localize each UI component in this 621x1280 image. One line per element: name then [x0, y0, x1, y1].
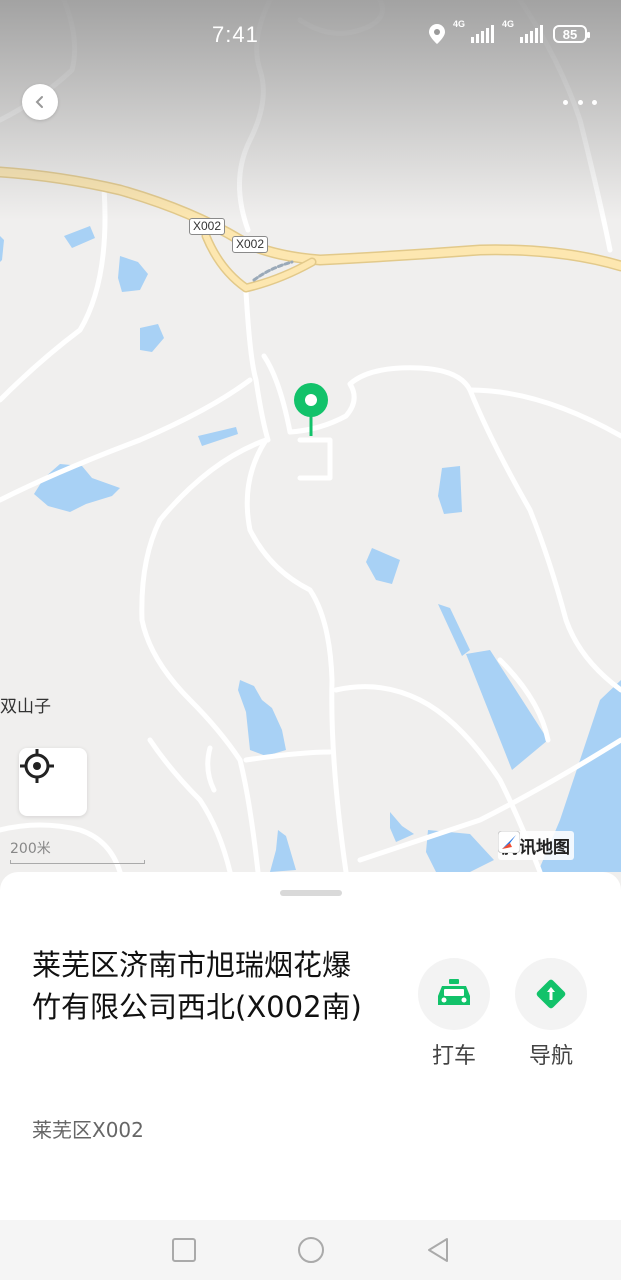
road-shield: X002 [232, 236, 269, 253]
home-icon[interactable] [297, 1236, 325, 1264]
back-button[interactable] [22, 84, 58, 120]
place-detail-sheet: 莱芜区济南市旭瑞烟花爆竹有限公司西北(X002南) 打车 导航 莱芜区X002 [0, 872, 621, 1220]
network-label: 4G [502, 19, 515, 29]
chevron-left-icon [35, 96, 43, 108]
map-view[interactable]: X002 X002 双山子 200米 腾讯地图 [0, 0, 621, 900]
back-icon[interactable] [425, 1237, 451, 1263]
taxi-icon-circle [418, 958, 490, 1030]
navigation-icon [536, 979, 566, 1009]
status-bar: 7:41 4G 4G 85 [0, 0, 621, 70]
dot-icon [592, 99, 597, 105]
map-logo: 腾讯地图 [498, 831, 574, 860]
navigation-button[interactable]: 导航 [515, 958, 587, 1070]
location-icon [429, 24, 445, 44]
locate-button[interactable] [19, 748, 87, 816]
system-nav-bar [0, 1220, 621, 1280]
water-bodies [0, 226, 621, 872]
drag-handle[interactable] [280, 890, 342, 896]
place-address: 莱芜区X002 [32, 1118, 144, 1142]
recent-apps-icon[interactable] [171, 1237, 197, 1263]
scale-bar [10, 860, 145, 864]
scale-label: 200米 [10, 841, 51, 857]
battery-icon: 85 [553, 25, 590, 43]
road-shield: X002 [189, 218, 226, 235]
taxi-label: 打车 [431, 1044, 476, 1069]
navigation-icon-circle [515, 958, 587, 1030]
taxi-button[interactable]: 打车 [418, 958, 490, 1070]
signal-icon: 4G [502, 19, 543, 43]
signal-icon: 4G [453, 19, 494, 43]
place-title: 莱芜区济南市旭瑞烟花爆竹有限公司西北(X002南) [32, 948, 362, 1024]
status-icons: 4G 4G 85 [429, 19, 590, 44]
taxi-icon [438, 979, 470, 1005]
more-button[interactable] [563, 92, 597, 112]
network-label: 4G [453, 19, 466, 29]
navigation-label: 导航 [528, 1044, 573, 1069]
map-canvas[interactable] [0, 0, 621, 900]
tencent-map-icon [498, 831, 520, 853]
dot-icon [563, 99, 568, 105]
status-time: 7:41 [212, 22, 259, 47]
place-label: 双山子 [0, 697, 51, 717]
crosshair-icon [20, 749, 54, 783]
dot-icon [577, 99, 583, 105]
